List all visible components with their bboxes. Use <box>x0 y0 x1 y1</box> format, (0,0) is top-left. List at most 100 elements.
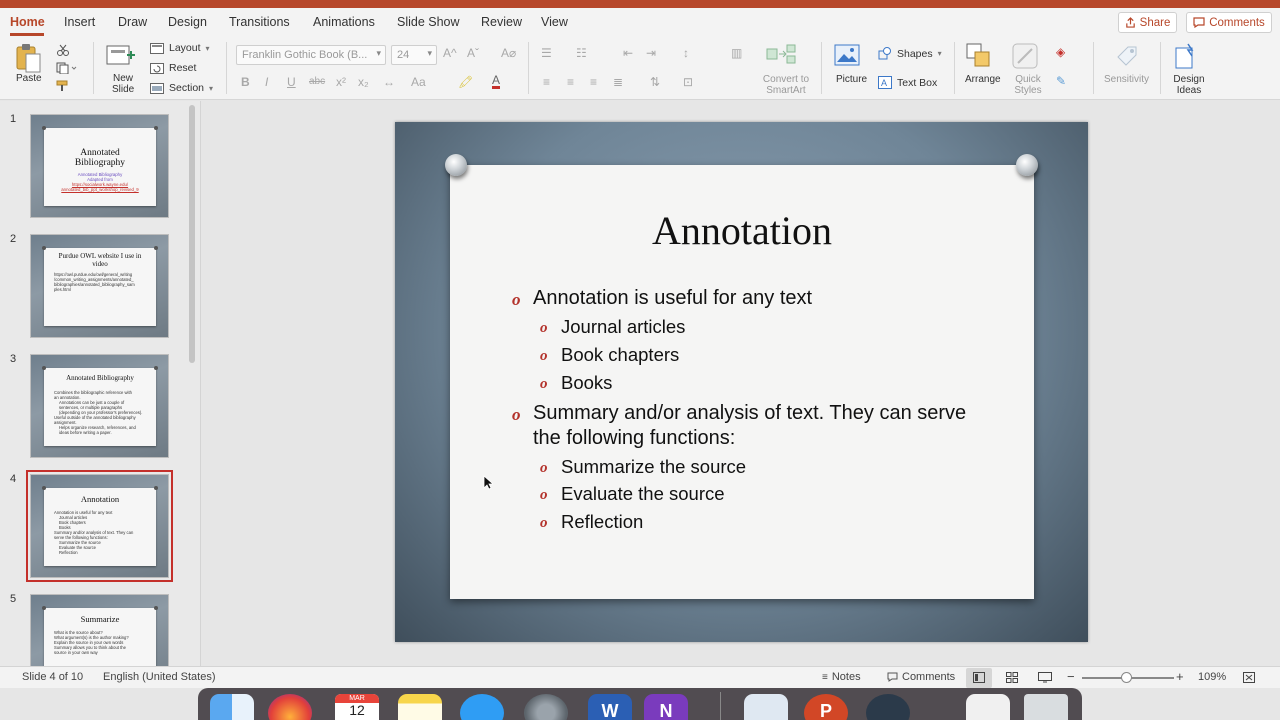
align-text-icon[interactable]: ⊡ <box>683 75 693 89</box>
bullet-level2[interactable]: Journal articles <box>561 315 685 339</box>
slide-sorter-icon[interactable] <box>1006 672 1018 683</box>
bullet-level2[interactable]: Evaluate the source <box>561 482 725 506</box>
font-size-select[interactable]: 24 ▾ <box>391 45 437 65</box>
highlight-icon[interactable]: 🖍 <box>458 75 473 89</box>
bullet-level2[interactable]: Reflection <box>561 510 643 534</box>
current-slide[interactable]: Annotation o Annotation is useful for an… <box>395 122 1088 642</box>
bullet-level2[interactable]: Books <box>561 371 612 395</box>
numbering-icon[interactable]: ☷ <box>576 46 587 60</box>
firefox-icon[interactable] <box>268 694 312 720</box>
slide-title[interactable]: Annotation <box>450 207 1034 254</box>
text-box-button[interactable]: A Text Box <box>878 76 937 89</box>
slide-thumbnail-3[interactable]: Annotated Bibliography Combines the bibl… <box>30 354 169 458</box>
tab-view[interactable]: View <box>541 15 568 29</box>
shapes-button[interactable]: Shapes ▾ <box>878 47 942 60</box>
zoom-in-button[interactable]: + <box>1176 669 1184 684</box>
italic-button[interactable]: I <box>265 75 268 89</box>
increase-indent-icon[interactable]: ⇥ <box>646 46 656 60</box>
tab-design[interactable]: Design <box>168 15 207 29</box>
strikethrough-button[interactable]: abc <box>309 76 325 87</box>
line-spacing-icon[interactable]: ↕ <box>683 46 689 60</box>
quick-styles-label: Quick Styles <box>1014 74 1042 96</box>
onenote-icon[interactable]: N <box>644 694 688 720</box>
shape-fill-icon[interactable]: ◈ <box>1056 45 1065 59</box>
zoom-out-button[interactable]: − <box>1067 669 1075 684</box>
grow-font-icon[interactable]: A^ <box>443 46 457 60</box>
subscript-button[interactable]: x₂ <box>358 75 369 89</box>
superscript-button[interactable]: x² <box>336 75 346 89</box>
align-left-icon[interactable]: ≡ <box>543 75 550 89</box>
section-button[interactable]: Section ▾ <box>150 82 213 94</box>
pin-icon <box>154 126 158 130</box>
bullet-level1[interactable]: Annotation is useful for any text <box>533 286 973 311</box>
ribbon-toolbar: Paste New Slide Layout ▾ Reset Section ▾… <box>0 36 1280 100</box>
language-indicator[interactable]: English (United States) <box>103 671 216 683</box>
trash-icon[interactable] <box>1024 694 1068 720</box>
document-icon[interactable] <box>966 694 1010 720</box>
notes-button[interactable]: ≡ Notes <box>822 671 861 683</box>
shape-outline-icon[interactable]: ✎ <box>1056 74 1066 88</box>
columns-icon[interactable]: ▥ <box>731 46 742 60</box>
finder-icon[interactable] <box>210 694 254 720</box>
mouse-cursor-icon <box>483 475 493 490</box>
align-center-icon[interactable]: ≡ <box>567 75 574 89</box>
mail-icon[interactable] <box>744 694 788 720</box>
toolbar-divider <box>821 42 822 94</box>
thumbnail-card: Summarize What is the source about? What… <box>42 606 158 666</box>
copy-icon[interactable] <box>56 62 78 74</box>
word-icon[interactable]: W <box>588 694 632 720</box>
shapes-icon <box>878 47 891 60</box>
underline-button[interactable]: U <box>287 75 296 89</box>
reset-button[interactable]: Reset <box>150 62 196 74</box>
tab-transitions[interactable]: Transitions <box>229 15 290 29</box>
slide-thumbnail-2[interactable]: Purdue OWL website I use in video https:… <box>30 234 169 338</box>
cut-icon[interactable] <box>56 44 70 56</box>
reading-view-icon[interactable] <box>1038 672 1052 683</box>
font-name-select[interactable]: Franklin Gothic Book (B... ▾ <box>236 45 386 65</box>
bullets-icon[interactable]: ☰ <box>541 46 552 60</box>
layout-button[interactable]: Layout ▾ <box>150 42 210 54</box>
tab-review[interactable]: Review <box>481 15 522 29</box>
clear-formatting-icon[interactable]: A⌀ <box>501 46 516 60</box>
system-preferences-icon[interactable] <box>524 694 568 720</box>
safari-icon[interactable] <box>460 694 504 720</box>
tab-insert[interactable]: Insert <box>64 15 95 29</box>
bullet-level2[interactable]: Book chapters <box>561 343 679 367</box>
zoom-slider-handle[interactable] <box>1121 672 1132 683</box>
shrink-font-icon[interactable]: Aˇ <box>467 46 479 60</box>
character-spacing-icon[interactable]: ↔ <box>383 75 395 89</box>
share-label: Share <box>1139 16 1171 29</box>
thumbnail-body: What is the source about? What argument(… <box>54 630 152 655</box>
slide-thumbnail-1[interactable]: Annotated Bibliography Annotated Bibliog… <box>30 114 169 218</box>
slide-thumbnail-4[interactable]: Annotation Annotation is useful for any … <box>26 470 173 582</box>
comments-pane-button[interactable]: Comments <box>887 671 955 683</box>
bullet-level1[interactable]: Summary and/or analysis of text. They ca… <box>533 401 973 451</box>
bullet-level2[interactable]: Summarize the source <box>561 455 746 479</box>
tab-slide-show[interactable]: Slide Show <box>397 15 460 29</box>
decrease-indent-icon[interactable]: ⇤ <box>623 46 633 60</box>
comments-button[interactable]: Comments <box>1186 12 1272 33</box>
slide-thumbnail-5[interactable]: Summarize What is the source about? What… <box>30 594 169 666</box>
pin-icon <box>42 486 46 490</box>
calendar-icon[interactable]: MAR 12 <box>335 694 379 720</box>
justify-icon[interactable]: ≣ <box>613 75 623 89</box>
text-direction-icon[interactable]: ⇅ <box>650 75 660 89</box>
font-color-icon[interactable]: A <box>492 74 501 89</box>
toolbar-divider <box>93 42 94 94</box>
tab-draw[interactable]: Draw <box>118 15 147 29</box>
tab-home[interactable]: Home <box>10 15 45 29</box>
quicktime-icon[interactable] <box>866 694 910 720</box>
tab-animations[interactable]: Animations <box>313 15 375 29</box>
align-right-icon[interactable]: ≡ <box>590 75 597 89</box>
font-name-value: Franklin Gothic Book (B... <box>242 49 368 61</box>
share-button[interactable]: Share <box>1118 12 1177 33</box>
change-case-button[interactable]: Aa <box>411 75 426 89</box>
powerpoint-icon[interactable]: P <box>804 694 848 720</box>
format-painter-icon[interactable] <box>56 80 70 92</box>
fit-to-window-icon[interactable] <box>1243 672 1255 683</box>
notes-app-icon[interactable] <box>398 694 442 720</box>
picture-icon <box>834 44 860 66</box>
zoom-level[interactable]: 109% <box>1198 671 1226 683</box>
bold-button[interactable]: B <box>241 75 250 89</box>
thumbnail-scrollbar[interactable] <box>189 105 195 363</box>
